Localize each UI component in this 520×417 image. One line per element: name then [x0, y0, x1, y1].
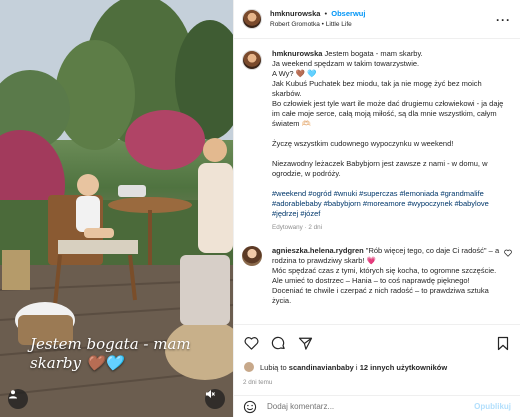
likes-user[interactable]: scandinavianbaby [289, 363, 354, 372]
post-caption: hmknurowska Jestem bogata - mam skarby. … [242, 49, 512, 233]
audio-title[interactable]: Little Life [326, 21, 352, 28]
likes-and: i [355, 362, 358, 372]
commenter-avatar[interactable] [242, 246, 262, 266]
caption-username[interactable]: hmknurowska [272, 49, 322, 58]
caption-text-1: Jestem bogata - mam skarby. Ja weekend s… [272, 49, 504, 128]
photo-caption: Jestem bogata - mam skarby 🤎🩵 [30, 335, 191, 372]
caption-edited-meta: Edytowany · 2 dni [272, 224, 323, 231]
caption-hashtags[interactable]: #weekend #ogród #wnuki #superczas #lemon… [272, 189, 512, 219]
post-header: hmknurowska • Obserwuj Robert Gromotka •… [234, 0, 520, 39]
post-actions: Lubią to scandinavianbaby i 12 innych uż… [234, 324, 520, 394]
comment-item: agnieszka.helena.rydgren "Rób więcej teg… [242, 246, 512, 306]
author-username[interactable]: hmknurowska [270, 9, 320, 18]
share-icon[interactable] [297, 335, 313, 351]
publish-comment-button[interactable]: Opublikuj [474, 402, 511, 411]
liker-avatar [243, 361, 255, 373]
more-options-icon[interactable]: ··· [496, 13, 511, 27]
caption-author-avatar[interactable] [242, 50, 262, 70]
author-avatar[interactable] [242, 9, 262, 29]
audio-artist[interactable]: Robert Gromotka [270, 21, 320, 28]
user-tag-icon[interactable] [8, 389, 28, 409]
emoji-icon[interactable] [243, 400, 257, 414]
audio-separator: • [321, 21, 324, 28]
header-separator: • [324, 9, 328, 18]
likes-summary[interactable]: Lubią to scandinavianbaby i 12 innych uż… [243, 361, 511, 373]
comment-like-icon[interactable] [504, 249, 512, 259]
post-photo[interactable]: Jestem bogata - mam skarby 🤎🩵 [0, 0, 233, 417]
commenter-username[interactable]: agnieszka.helena.rydgren [272, 246, 364, 255]
post-detail-panel: hmknurowska • Obserwuj Robert Gromotka •… [233, 0, 520, 417]
follow-button[interactable]: Obserwuj [331, 9, 365, 18]
comment-input[interactable] [267, 402, 475, 411]
comment-icon[interactable] [270, 335, 286, 351]
heart-icon[interactable] [243, 335, 259, 351]
add-comment-bar: Opublikuj [234, 395, 520, 417]
bookmark-icon[interactable] [495, 335, 511, 351]
comments-scroll-area[interactable]: hmknurowska Jestem bogata - mam skarby. … [234, 40, 520, 322]
caption-text-2: Życzę wszystkim cudownego wypoczynku w w… [272, 139, 454, 148]
mute-icon[interactable] [205, 389, 225, 409]
likes-others[interactable]: 12 innych użytkowników [360, 363, 448, 372]
caption-text-3: Niezawodny leżaczek Babybjorn jest zawsz… [272, 159, 488, 178]
likes-prefix: Lubią to [260, 362, 287, 372]
post-date: 2 dni temu [243, 379, 273, 386]
